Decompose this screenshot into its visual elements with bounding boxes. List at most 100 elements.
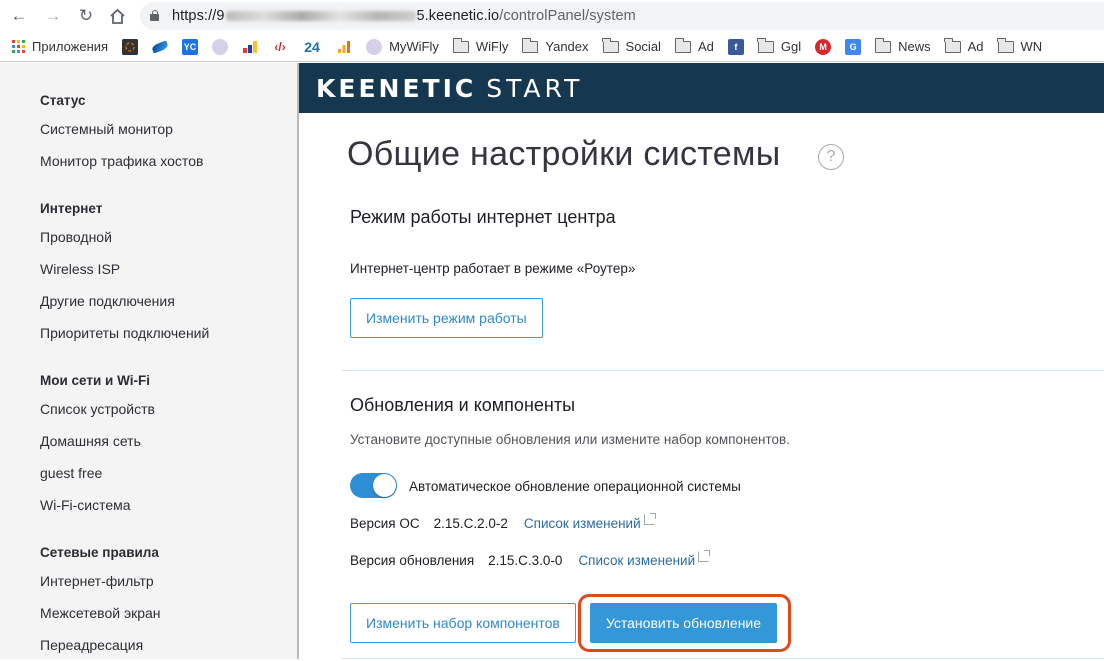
bookmark-item[interactable]: [212, 36, 229, 58]
bookmark-label: Ad: [967, 39, 984, 54]
os-changelog-link[interactable]: Список изменений: [523, 513, 656, 531]
help-icon[interactable]: ?: [818, 144, 844, 170]
bookmark-item[interactable]: Ad: [674, 36, 714, 58]
mode-status-text: Интернет-центр работает в режиме «Роутер…: [350, 261, 636, 276]
reload-icon: ↻: [78, 6, 94, 25]
apps-grid-icon: [12, 40, 25, 53]
sidebar-group-internet: Интернет Проводной Wireless ISP Другие п…: [40, 197, 209, 349]
bookmark-item[interactable]: Ggl: [757, 36, 802, 58]
folder-icon: [452, 37, 469, 53]
mode-section-title: Режим работы интернет центра: [350, 207, 616, 227]
sidebar-item-port-forwarding[interactable]: Переадресация: [40, 629, 161, 661]
sidebar-item-wifi-system[interactable]: Wi-Fi-система: [40, 489, 155, 521]
bookmark-item[interactable]: News: [874, 36, 931, 58]
bookmark-label: Social: [625, 39, 661, 54]
update-changelog-link[interactable]: Список изменений: [578, 550, 711, 568]
change-components-button[interactable]: Изменить набор компонентов: [350, 603, 576, 643]
sidebar-item-traffic-monitor[interactable]: Монитор трафика хостов: [40, 145, 203, 177]
url-host: 5.keenetic.io: [416, 8, 500, 24]
bookmark-item[interactable]: Ad: [944, 36, 984, 58]
address-bar[interactable]: https://9 5.keenetic.io/controlPanel/syst…: [140, 2, 1104, 30]
bookmark-item[interactable]: [336, 36, 352, 58]
external-link-icon: [698, 550, 711, 562]
updates-section-title: Обновления и компоненты: [350, 395, 576, 415]
main-content: Общие настройки системы ? Режим работы и…: [299, 113, 1104, 659]
bookmark-item[interactable]: [122, 36, 139, 58]
bookmark-item[interactable]: f: [727, 36, 744, 58]
sidebar-item-other-connections[interactable]: Другие подключения: [40, 285, 209, 317]
update-version-label: Версия обновления: [350, 553, 475, 568]
mega-icon: M: [815, 38, 832, 55]
app-header: KEENETIC START: [299, 63, 1104, 113]
blue-swoosh-icon: [151, 40, 169, 53]
forward-button[interactable]: →: [42, 5, 64, 27]
page-title: Общие настройки системы: [347, 135, 781, 173]
sidebar-item-firewall[interactable]: Межсетевой экран: [40, 597, 161, 629]
facebook-icon: f: [727, 38, 744, 55]
auto-update-toggle[interactable]: [350, 473, 397, 498]
sidebar-item-wireless-isp[interactable]: Wireless ISP: [40, 253, 209, 285]
sidebar-heading: Сетевые правила: [40, 545, 159, 560]
bookmark-label: Ggl: [780, 39, 802, 54]
bookmark-item[interactable]: M: [815, 36, 832, 58]
number-24-icon: 24: [304, 38, 320, 55]
sidebar-item-internet-filter[interactable]: Интернет-фильтр: [40, 565, 161, 597]
home-icon: [109, 8, 125, 24]
browser-toolbar: ← → ↻ https://9 5.keenetic.io/controlPane…: [0, 0, 1104, 32]
section-divider: [342, 370, 1104, 371]
external-link-icon: [643, 513, 656, 525]
change-mode-button[interactable]: Изменить режим работы: [350, 298, 543, 338]
sidebar-item-home-network[interactable]: Домашняя сеть: [40, 425, 155, 457]
keenetic-logo[interactable]: KEENETIC START: [316, 74, 583, 103]
os-version-label: Версия ОС: [350, 516, 420, 531]
yc-icon: YC: [182, 38, 199, 55]
arrow-left-icon: ←: [10, 6, 28, 25]
bookmark-item[interactable]: Social: [602, 36, 661, 58]
sidebar-item-system-monitor[interactable]: Системный монитор: [40, 113, 203, 145]
lock-icon: [150, 10, 159, 21]
auto-update-label: Автоматическое обновление операционной с…: [409, 479, 741, 494]
changelog-link-text: Список изменений: [523, 516, 641, 531]
back-button[interactable]: ←: [8, 5, 30, 27]
sidebar-item-wired[interactable]: Проводной: [40, 221, 209, 253]
home-button[interactable]: [106, 5, 128, 27]
round-logo-icon: [366, 38, 383, 55]
sidebar-group-networks: Мои сети и Wi-Fi Список устройств Домашн…: [40, 369, 155, 521]
sidebar-item-guest-free[interactable]: guest free: [40, 457, 155, 489]
folder-icon: [874, 37, 892, 53]
sidebar-group-network-rules: Сетевые правила Интернет-фильтр Межсетев…: [40, 541, 161, 661]
reload-button[interactable]: ↻: [75, 5, 97, 27]
bookmark-item[interactable]: WN: [997, 36, 1043, 58]
bookmark-label: MyWiFly: [389, 39, 439, 54]
bookmark-item[interactable]: [151, 36, 169, 58]
updates-description: Установите доступные обновления или изме…: [350, 432, 790, 447]
sidebar-item-device-list[interactable]: Список устройств: [40, 393, 155, 425]
sidebar-heading: Мои сети и Wi-Fi: [40, 373, 150, 388]
bookmark-item[interactable]: YC: [182, 36, 199, 58]
bookmark-label: Ad: [697, 39, 714, 54]
folder-icon: [602, 37, 619, 53]
bar-chart-icon: [242, 39, 258, 55]
bookmark-label: Приложения: [32, 39, 109, 54]
folder-icon: [521, 37, 539, 53]
bookmark-item[interactable]: 24: [302, 36, 322, 58]
round-logo-icon: [212, 38, 229, 55]
sidebar-heading: Интернет: [40, 201, 103, 216]
bookmark-item[interactable]: Yandex: [521, 36, 589, 58]
update-version-row: Версия обновления 2.15.C.3.0-0 Список из…: [350, 550, 711, 568]
bookmark-item[interactable]: G: [845, 36, 862, 58]
changelog-link-text: Список изменений: [578, 553, 696, 568]
url-text[interactable]: https://9 5.keenetic.io/controlPanel/syst…: [172, 8, 636, 24]
bookmark-item[interactable]: MyWiFly: [366, 36, 439, 58]
bookmark-label: News: [898, 39, 931, 54]
annotation-highlight-circle: [578, 594, 791, 652]
bookmark-label: WN: [1020, 39, 1043, 54]
bookmark-item[interactable]: Приложения: [12, 36, 108, 58]
sidebar-item-connection-priorities[interactable]: Приоритеты подключений: [40, 317, 209, 349]
update-version-value: 2.15.C.3.0-0: [488, 553, 563, 568]
sidebar: Статус Системный монитор Монитор трафика…: [0, 63, 299, 659]
bookmark-item[interactable]: [242, 36, 258, 58]
code-tool-icon: ‹/›: [274, 39, 286, 54]
bookmark-item[interactable]: WiFly: [452, 36, 508, 58]
bookmark-item[interactable]: ‹/›: [272, 36, 288, 58]
